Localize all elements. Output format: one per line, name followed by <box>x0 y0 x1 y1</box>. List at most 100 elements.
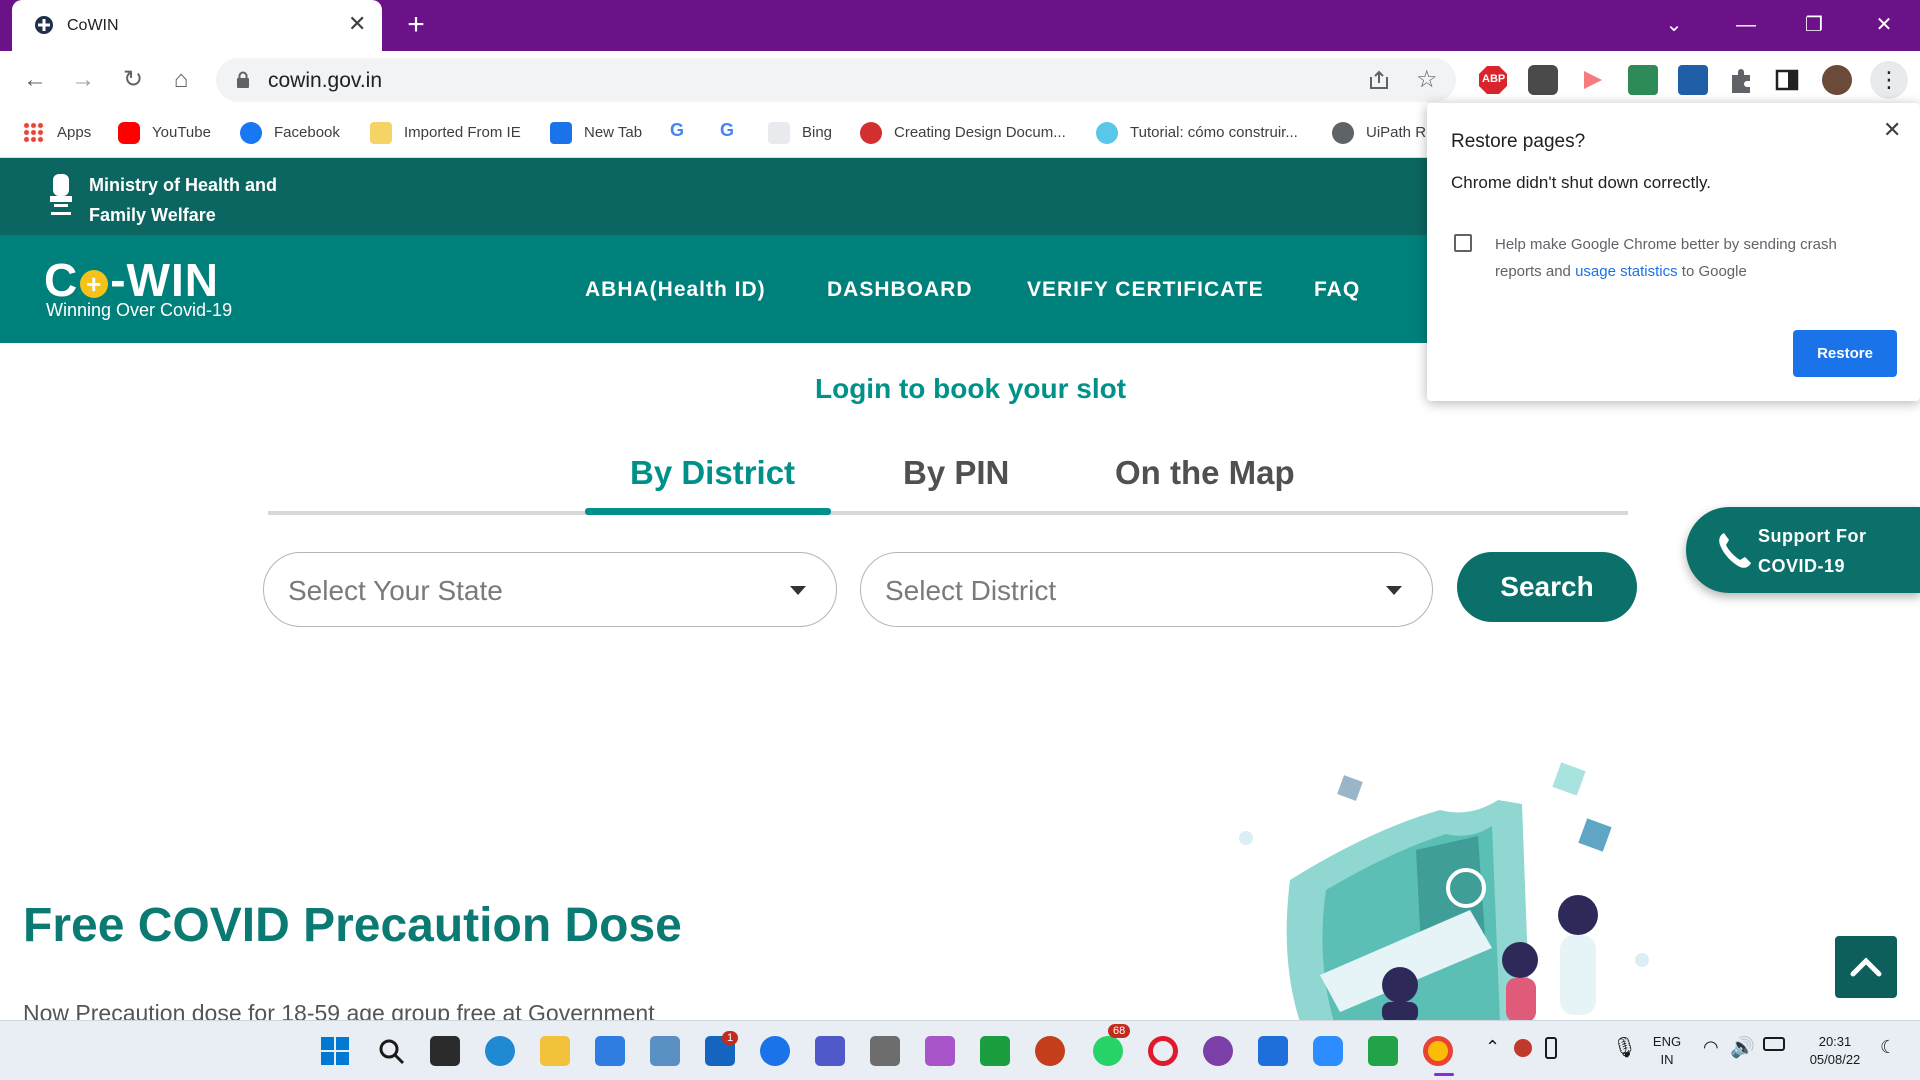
tab-by-district[interactable]: By District <box>630 454 795 492</box>
bookmark-youtube[interactable]: YouTube <box>118 122 211 144</box>
chevron-up-tray-icon[interactable]: ⌃ <box>1485 1037 1500 1058</box>
crash-report-checkbox[interactable] <box>1454 234 1472 252</box>
tagline: Winning Over Covid-19 <box>46 300 233 320</box>
phone-icon <box>1719 533 1751 568</box>
bookmark-bing[interactable]: Bing <box>768 122 832 144</box>
teamviewer-icon[interactable] <box>760 1036 790 1066</box>
minimize-button[interactable]: — <box>1728 10 1764 40</box>
support-text: Support For COVID-19 <box>1758 526 1867 576</box>
vaccination-shield-illustration <box>1239 762 1649 1022</box>
bookmark-tutorial[interactable]: Tutorial: cómo construir... <box>1096 122 1298 144</box>
extension-icon-3[interactable] <box>1578 65 1608 95</box>
adblock-label: ABP <box>1482 73 1506 85</box>
bookmark-star-icon[interactable]: ☆ <box>1416 65 1438 94</box>
dialog-message: Chrome didn't shut down correctly. <box>1451 173 1711 192</box>
tray-app-icon[interactable] <box>1514 1039 1532 1057</box>
power-icon[interactable] <box>1763 1037 1785 1051</box>
browser-tab[interactable]: CoWIN ✕ <box>12 0 382 51</box>
nav-dashboard[interactable]: DASHBOARD <box>827 278 973 302</box>
browser-tab-strip: CoWIN ✕ + ⌄ — ❐ ✕ <box>0 0 1920 51</box>
bookmark-imported-from-ie[interactable]: Imported From IE <box>370 122 521 144</box>
restore-pages-dialog: Restore pages? ✕ Chrome didn't shut down… <box>1427 103 1920 401</box>
search-icon[interactable] <box>376 1036 406 1066</box>
national-emblem-icon <box>50 174 72 215</box>
powerpoint-icon[interactable] <box>1035 1036 1065 1066</box>
bookmark-apps[interactable]: Apps <box>23 122 91 144</box>
profile-avatar[interactable] <box>1822 65 1852 95</box>
search-button[interactable]: Search <box>1457 552 1637 622</box>
battery-tray-icon[interactable] <box>1545 1037 1557 1059</box>
windows-taskbar: 1 68 ⌃ 🎙 ENG IN ◠ 🔊 20:31 05/08/22 ☾ <box>0 1020 1920 1080</box>
chevron-down-icon <box>1386 586 1402 595</box>
github-desktop-icon[interactable] <box>1203 1036 1233 1066</box>
bookmark-uipath[interactable]: UiPath Rl <box>1332 122 1429 144</box>
support-covid-button[interactable]: Support For COVID-19 <box>1686 507 1920 593</box>
tab-search-icon[interactable]: ⌄ <box>1656 10 1692 40</box>
tab-close-icon[interactable]: ✕ <box>348 13 366 35</box>
active-app-indicator <box>1434 1073 1454 1076</box>
clock[interactable]: 20:31 05/08/22 <box>1800 1033 1870 1069</box>
active-tab-indicator <box>585 508 831 515</box>
browser-toolbar: ← → ↻ ⌂ cowin.gov.in ☆ ABP ⋮ <box>0 51 1920 108</box>
login-to-book-link[interactable]: Login to book your slot <box>815 373 1126 405</box>
whatsapp-icon[interactable] <box>1093 1036 1123 1066</box>
gimp-icon[interactable] <box>870 1036 900 1066</box>
adblock-extension-icon[interactable]: ABP <box>1478 65 1508 95</box>
edge-icon[interactable] <box>485 1036 515 1066</box>
microphone-icon[interactable]: 🎙 <box>1612 1035 1637 1060</box>
chrome-taskbar-icon[interactable] <box>1423 1036 1453 1066</box>
reload-button[interactable]: ↻ <box>116 63 150 97</box>
extension-icon-4[interactable] <box>1628 65 1658 95</box>
remote-desktop-icon[interactable] <box>650 1036 680 1066</box>
new-tab-button[interactable]: + <box>400 9 432 41</box>
notification-icon[interactable]: ☾ <box>1880 1037 1896 1058</box>
bookmark-facebook[interactable]: Facebook <box>240 122 340 144</box>
download-extension-icon[interactable] <box>1678 65 1708 95</box>
extension-icon-2[interactable] <box>1528 65 1558 95</box>
design-doc-icon <box>860 122 882 144</box>
tab-on-the-map[interactable]: On the Map <box>1115 454 1295 492</box>
app-icon-s[interactable] <box>1258 1036 1288 1066</box>
opera-icon[interactable] <box>1148 1036 1178 1066</box>
nav-verify-certificate[interactable]: VERIFY CERTIFICATE <box>1027 278 1264 302</box>
scroll-to-top-button[interactable] <box>1835 936 1897 998</box>
district-select-placeholder: Select District <box>885 575 1057 606</box>
forward-button[interactable]: → <box>66 63 100 97</box>
volume-icon[interactable]: 🔊 <box>1730 1035 1755 1060</box>
bookmark-new-tab[interactable]: New Tab <box>550 122 642 144</box>
back-button[interactable]: ← <box>18 63 52 97</box>
windows-start-icon[interactable] <box>320 1036 350 1066</box>
chat-icon[interactable] <box>980 1036 1010 1066</box>
language-indicator[interactable]: ENG IN <box>1650 1033 1684 1069</box>
nav-faq[interactable]: FAQ <box>1314 278 1360 302</box>
district-select[interactable]: Select District <box>860 552 1433 627</box>
google-bookmark-icon[interactable]: G <box>670 120 684 141</box>
google-bookmark-icon-2[interactable]: G <box>720 120 734 141</box>
extensions-puzzle-icon[interactable] <box>1726 65 1756 95</box>
todo-icon[interactable] <box>595 1036 625 1066</box>
app-icon-purple[interactable] <box>925 1036 955 1066</box>
chrome-menu-icon[interactable]: ⋮ <box>1870 61 1908 99</box>
usage-statistics-link[interactable]: usage statistics <box>1575 263 1678 280</box>
restore-button[interactable]: Restore <box>1793 330 1897 377</box>
restore-window-button[interactable]: ❐ <box>1796 10 1832 40</box>
file-explorer-icon[interactable] <box>540 1036 570 1066</box>
ministry-name[interactable]: Ministry of Health and Family Welfare <box>89 170 319 230</box>
media-player-icon[interactable] <box>1368 1036 1398 1066</box>
state-select[interactable]: Select Your State <box>263 552 837 627</box>
cowin-logo[interactable]: C + -WIN <box>44 253 219 307</box>
wifi-icon[interactable]: ◠ <box>1703 1037 1719 1058</box>
address-bar[interactable]: cowin.gov.in ☆ <box>216 58 1456 102</box>
close-window-button[interactable]: ✕ <box>1866 10 1902 40</box>
bookmark-creating-design[interactable]: Creating Design Docum... <box>860 122 1066 144</box>
dialog-close-icon[interactable]: ✕ <box>1883 117 1901 143</box>
zoom-icon[interactable] <box>1313 1036 1343 1066</box>
share-icon[interactable] <box>1368 69 1390 91</box>
teams-icon[interactable] <box>815 1036 845 1066</box>
home-button[interactable]: ⌂ <box>164 63 198 97</box>
tab-by-pin[interactable]: By PIN <box>903 454 1009 492</box>
globe-icon <box>1332 122 1354 144</box>
nav-abha-health-id[interactable]: ABHA(Health ID) <box>585 278 766 302</box>
side-panel-icon[interactable] <box>1772 65 1802 95</box>
task-view-icon[interactable] <box>430 1036 460 1066</box>
